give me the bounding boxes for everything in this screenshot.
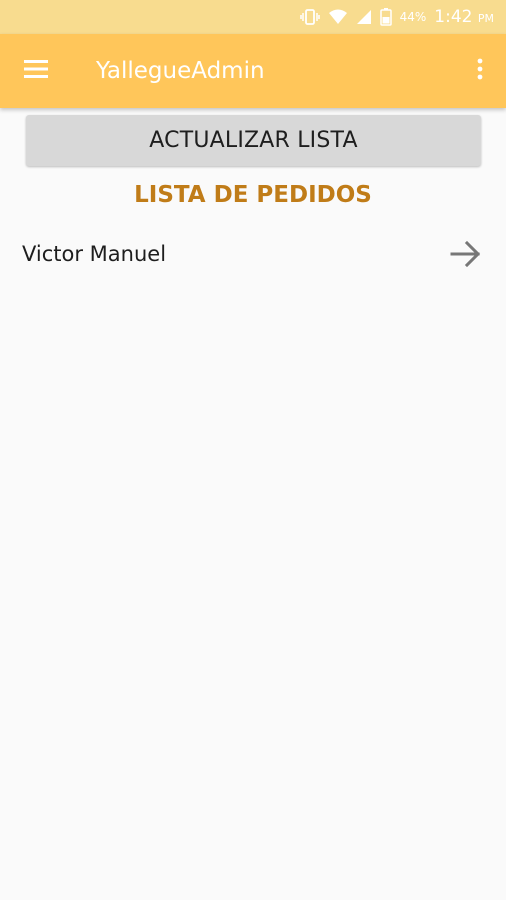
more-vert-icon [477,58,483,85]
section-title: LISTA DE PEDIDOS [134,182,372,208]
clock-time: 1:42 [434,7,473,27]
status-bar: 44% 1:42 PM [0,0,506,34]
overflow-menu-button[interactable] [468,51,492,91]
app-bar: YallegueAdmin [0,34,506,108]
hamburger-menu-icon [24,59,50,84]
vibrate-icon [299,9,320,25]
arrow-forward-icon[interactable] [450,240,482,268]
refresh-list-button[interactable]: ACTUALIZAR LISTA [26,115,481,166]
battery-icon [379,8,392,26]
order-name: Victor Manuel [22,242,167,266]
menu-button[interactable] [0,34,74,108]
wifi-icon [328,9,348,25]
signal-icon [356,9,372,25]
app-title: YallegueAdmin [96,58,265,84]
order-list-item[interactable]: Victor Manuel [0,226,506,282]
clock-suffix: PM [477,12,494,25]
clock: 1:42 PM [434,7,494,27]
battery-percent: 44% [399,10,427,24]
